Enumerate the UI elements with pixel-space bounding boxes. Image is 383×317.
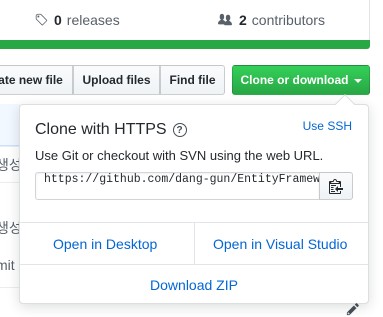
question-icon[interactable]: ? (172, 123, 187, 137)
tag-icon (35, 13, 48, 26)
releases-label: releases (66, 12, 120, 28)
people-icon (218, 13, 232, 26)
repo-summary-bar: 0 releases 2 contributors (0, 0, 370, 40)
releases-link[interactable]: 0 releases (34, 12, 120, 28)
copy-to-clipboard-button[interactable] (319, 172, 353, 200)
releases-count: 0 (54, 12, 62, 28)
open-in-desktop-link[interactable]: Open in Desktop (53, 236, 157, 252)
clipboard-icon (329, 179, 343, 194)
clone-url-input[interactable]: https://github.com/dang-gun/EntityFramew… (35, 172, 320, 200)
create-new-file-label: ate new file (0, 73, 63, 87)
contributors-label: contributors (251, 12, 325, 28)
open-in-visual-studio-link[interactable]: Open in Visual Studio (213, 236, 347, 252)
dropdown-pointer (335, 94, 355, 114)
clone-or-download-button[interactable]: Clone or download (232, 65, 370, 95)
pencil-icon[interactable] (346, 302, 360, 316)
clone-description: Use Git or checkout with SVN using the w… (35, 148, 324, 163)
clone-title: Clone with HTTPS ? (35, 121, 187, 139)
file-list-fragment: 생성 생성 mit (0, 104, 22, 317)
language-bar (0, 40, 370, 49)
list-divider (0, 146, 20, 147)
list-item: mit (0, 257, 15, 273)
upload-files-button[interactable]: Upload files (73, 65, 160, 95)
clone-or-download-label: Clone or download (240, 73, 349, 87)
contributors-count: 2 (239, 12, 247, 28)
clone-title-text: Clone with HTTPS (35, 121, 167, 138)
use-ssh-link[interactable]: Use SSH (303, 119, 352, 133)
clone-dropdown: Clone with HTTPS ? Use SSH Use Git or ch… (19, 94, 369, 304)
download-zip-link[interactable]: Download ZIP (20, 277, 368, 293)
clone-url-group: https://github.com/dang-gun/EntityFramew… (35, 172, 353, 200)
vertical-divider (194, 222, 195, 264)
upload-files-label: Upload files (82, 73, 151, 87)
caret-down-icon (353, 79, 362, 83)
find-file-button[interactable]: Find file (160, 65, 225, 95)
find-file-label: Find file (169, 73, 216, 87)
dropdown-divider (20, 264, 368, 265)
list-divider (0, 287, 20, 288)
create-new-file-button[interactable]: ate new file (0, 65, 73, 95)
list-divider (0, 182, 20, 183)
contributors-link[interactable]: 2 contributors (217, 12, 325, 28)
